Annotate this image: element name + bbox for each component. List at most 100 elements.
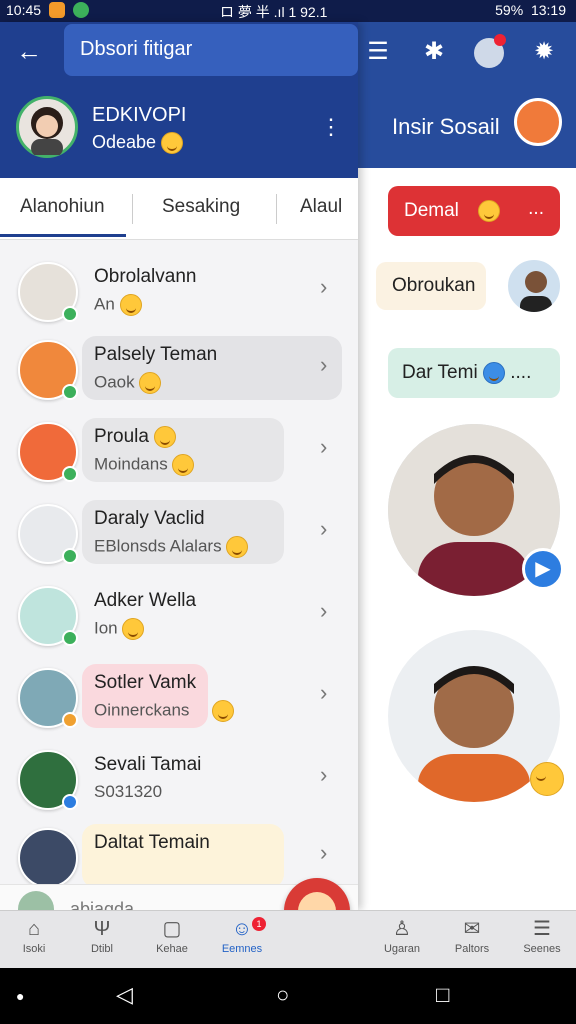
tab-sesaking[interactable]: Sesaking xyxy=(162,196,240,218)
mail-icon: ✉ xyxy=(463,918,481,940)
whatsapp-icon xyxy=(73,2,90,18)
search-field[interactable]: Dbsori fitigar xyxy=(64,24,358,76)
back-triangle-icon[interactable]: ◁ xyxy=(116,982,133,1008)
drawer-header: ← Dbsori fitigar EDKIVOPI Odeabe ⋮ xyxy=(0,22,358,178)
dar-temi-label: Dar Temi xyxy=(402,362,478,384)
demal-chip-label: Demal xyxy=(404,200,459,222)
obroukan-chip[interactable]: Obroukan xyxy=(376,262,486,310)
nav-eemnes[interactable]: ☺ Eemnes 1 xyxy=(212,917,272,955)
nav-label: Seenes xyxy=(523,943,561,955)
nav-dtibl[interactable]: Ψ Dtibl xyxy=(72,917,132,955)
smile-emoji-icon xyxy=(226,536,249,558)
chevron-right-icon: › xyxy=(320,762,328,787)
right-panel: ☰ ✱ ✹ Insir Sosail Demal ... Obroukan Da… xyxy=(358,22,576,910)
contact-name: Daraly Vaclid xyxy=(94,508,205,529)
menu-icon[interactable]: ☰ xyxy=(364,38,392,66)
robot-icon: ☺ xyxy=(231,918,253,940)
puzzle-icon[interactable]: ✱ xyxy=(420,38,448,66)
status-signal-group: ロ 夢 半 .ıl 1 92.1 xyxy=(220,4,328,20)
contact-name: Daltat Temain xyxy=(94,832,210,853)
tab-divider xyxy=(276,194,277,224)
nav-label: Kehae xyxy=(156,943,188,955)
contact-avatar-small[interactable] xyxy=(506,258,562,314)
status-time-left: 10:45 xyxy=(6,2,42,18)
smile-emoji-icon xyxy=(478,200,501,222)
status-bar: 10:45 ロ 夢 半 .ıl 1 92.1 59% 13:19 xyxy=(0,0,576,22)
nav-label: Dtibl xyxy=(90,943,113,955)
contact-row[interactable]: Proula Moindans › xyxy=(0,416,358,496)
smile-emoji-icon xyxy=(122,618,145,640)
tab-divider xyxy=(132,194,133,224)
notification-badge xyxy=(494,34,506,46)
contact-row[interactable]: Obrolalvann An › xyxy=(0,256,358,336)
contact-sub: EBlonsds Alalars xyxy=(94,536,249,558)
contact-row[interactable]: Sotler Vamk Oinnerckans › xyxy=(0,662,358,742)
more-dots: ... xyxy=(528,198,544,219)
more-dots: .... xyxy=(510,362,532,384)
contact-row[interactable]: Palsely Teman Oaok › xyxy=(0,334,358,414)
contact-sub: Ion xyxy=(94,618,145,640)
smile-emoji-icon xyxy=(161,132,184,155)
panel-title: Insir Sosail xyxy=(392,114,500,139)
woman-avatar-icon xyxy=(31,107,63,157)
home-icon: ⌂ xyxy=(27,918,41,940)
recents-square-icon[interactable]: □ xyxy=(436,982,449,1008)
contact-avatar xyxy=(18,828,78,888)
dot-icon: ● xyxy=(16,988,25,1004)
more-vert-icon[interactable]: ⋮ xyxy=(320,114,342,140)
contact-sub-text: Oaok xyxy=(94,372,135,392)
contact-row[interactable]: Daraly Vaclid EBlonsds Alalars › xyxy=(0,498,358,578)
contact-name: Proula xyxy=(94,426,177,448)
nav-label: Isoki xyxy=(22,943,46,955)
contact-row[interactable]: Sevali Tamai S031320 › xyxy=(0,744,358,824)
mascot-avatar xyxy=(514,98,562,146)
search-field-text: Dbsori fitigar xyxy=(80,38,193,60)
nav-isoki[interactable]: ⌂ Isoki xyxy=(4,917,64,955)
play-button[interactable]: ▶ xyxy=(522,548,564,590)
smile-emoji-icon xyxy=(139,372,162,394)
nav-badge: 1 xyxy=(252,917,266,931)
contact-sub-text: Ion xyxy=(94,618,118,638)
nav-paltors[interactable]: ✉ Paltors xyxy=(442,917,502,955)
nav-seenes[interactable]: ☰ Seenes xyxy=(512,917,572,955)
list-icon: ☰ xyxy=(533,918,551,940)
contact-sub: Oaok xyxy=(94,372,162,394)
smile-emoji-icon xyxy=(212,700,235,722)
profile-name: EDKIVOPI xyxy=(92,104,187,126)
right-header: ☰ ✱ ✹ Insir Sosail xyxy=(358,22,576,168)
nav-label: Ugaran xyxy=(383,943,421,955)
contact-avatar xyxy=(18,262,78,322)
compose-text: abiagda xyxy=(70,899,135,910)
contact-sub-text: EBlonsds Alalars xyxy=(94,536,222,556)
status-right: 59% 13:19 xyxy=(495,2,566,18)
nav-kehae[interactable]: ▢ Kehae xyxy=(142,917,202,955)
contact-sub-text: An xyxy=(94,294,115,314)
nav-ugaran[interactable]: ♙ Ugaran xyxy=(372,917,432,955)
demal-chip[interactable]: Demal ... xyxy=(388,186,560,236)
gear-icon[interactable]: ✹ xyxy=(530,38,558,66)
contact-row[interactable]: Adker Wella Ion › xyxy=(0,580,358,660)
chevron-right-icon: › xyxy=(320,434,328,459)
online-indicator xyxy=(62,794,78,810)
contact-name: Palsely Teman xyxy=(94,344,218,365)
profile-avatar[interactable] xyxy=(16,96,78,158)
chevron-right-icon: › xyxy=(320,516,328,541)
home-circle-icon[interactable]: ○ xyxy=(276,982,289,1008)
tab-alaul[interactable]: Alaul xyxy=(300,196,342,218)
tab-bar: Alanohiun Sesaking Alaul xyxy=(0,178,358,240)
obroukan-chip-label: Obroukan xyxy=(392,275,476,296)
contact-sub: An xyxy=(94,294,142,316)
bottom-navigation: ⌂ Isoki Ψ Dtibl ▢ Kehae ☺ Eemnes 1 ♙ Ugaran ✉… xyxy=(0,910,576,968)
contact-sub: Moindans xyxy=(94,454,195,476)
dar-temi-chip[interactable]: Dar Temi .... xyxy=(388,348,560,398)
back-arrow-icon[interactable]: ← xyxy=(16,36,46,66)
smile-emoji-icon xyxy=(119,294,142,316)
smile-emoji-icon xyxy=(154,426,177,448)
people-icon: ♙ xyxy=(393,918,411,940)
user-avatar-icon[interactable] xyxy=(474,34,506,68)
contact-sub: S031320 xyxy=(94,782,163,801)
profile-status-text: Odeabe xyxy=(92,132,157,152)
contact-name: Sotler Vamk xyxy=(94,672,197,693)
fork-icon: Ψ xyxy=(93,918,111,940)
tab-alanohiun[interactable]: Alanohiun xyxy=(20,196,105,218)
